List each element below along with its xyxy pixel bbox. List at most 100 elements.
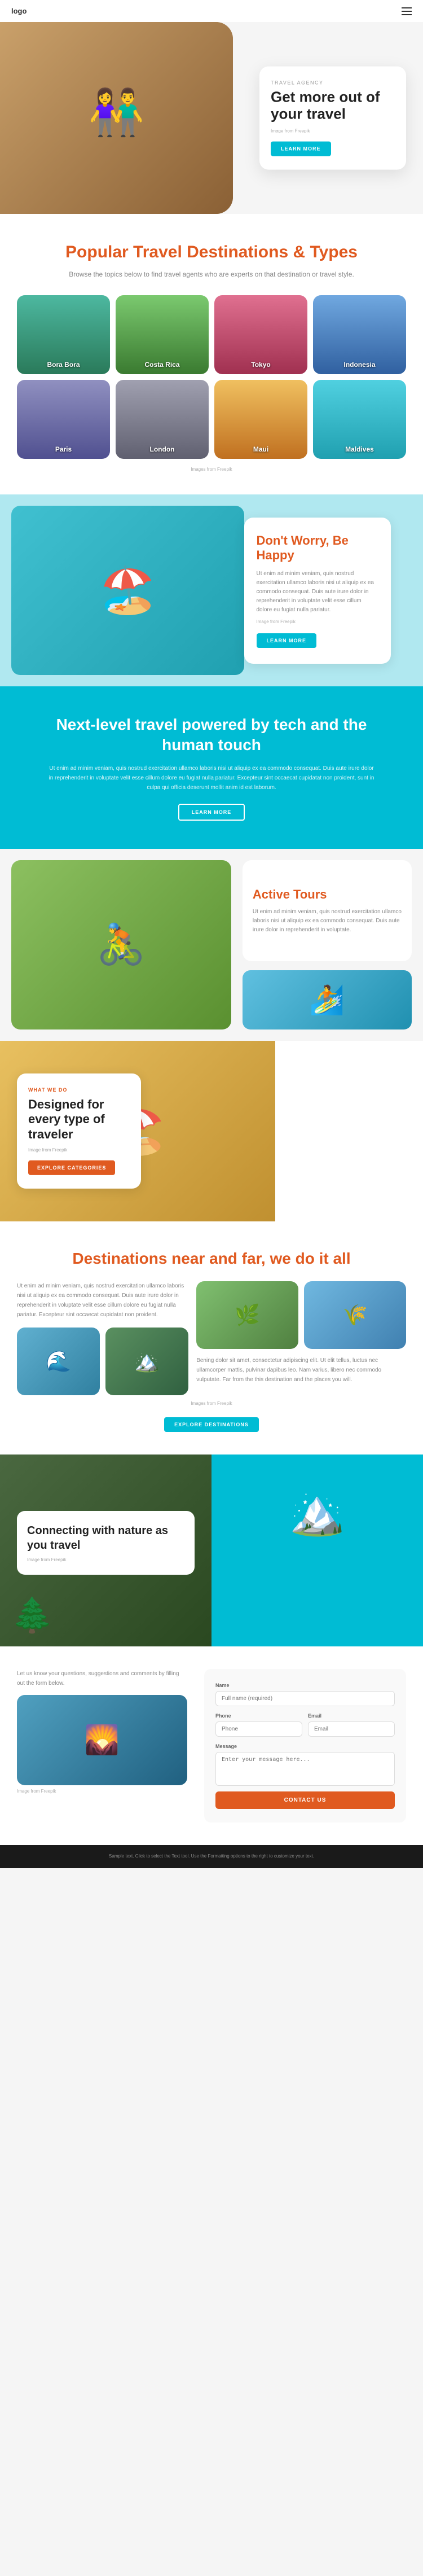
couple-photo [0,22,233,214]
form-group-name: Name [215,1683,395,1706]
designed-tag: WHAT WE DO [28,1087,130,1093]
nearfar-btn-wrap: EXPLORE DESTINATIONS [17,1417,406,1432]
destination-paris[interactable]: Paris [17,380,110,459]
active-tours-info-card: Active Tours Ut enim ad minim veniam, qu… [243,860,412,962]
menu-icon[interactable] [402,7,412,15]
active-tours-text: Ut enim ad minim veniam, quis nostrud ex… [253,908,402,935]
nearfar-img-credit: Images from Freepik [17,1401,406,1406]
destination-maui[interactable]: Maui [214,380,307,459]
designed-explore-button[interactable]: EXPLORE CATEGORIES [28,1160,115,1175]
destination-costa-rica[interactable]: Costa Rica [116,295,209,374]
hero-tag: TRAVEL AGENCY [271,80,395,86]
dest-label-tokyo: Tokyo [214,361,307,369]
nextlevel-title: Next-level travel powered by tech and th… [34,715,389,756]
designed-card: WHAT WE DO Designed for every type of tr… [17,1074,141,1189]
active-tours-right: Active Tours Ut enim ad minim veniam, qu… [243,849,423,1041]
dest-label-indonesia: Indonesia [313,361,406,369]
contact-form: Name Phone Email Message [204,1669,406,1823]
form-group-email: Email [308,1713,395,1737]
nextlevel-text: Ut enim ad minim veniam, quis nostrud ex… [48,764,375,792]
nature-img-credit: Image from Freepik [27,1557,184,1562]
hero-learn-more-button[interactable]: LEARN MORE [271,141,331,156]
nearfar-text-left: Ut enim ad minim veniam, quis nostrud ex… [17,1281,188,1320]
contact-description: Let us know your questions, suggestions … [17,1669,187,1688]
dest-label-london: London [116,445,209,453]
happy-image [11,506,244,675]
nextlevel-section: Next-level travel powered by tech and th… [0,686,423,849]
destinations-section: Popular Travel Destinations & Types Brow… [0,214,423,494]
hero-image [0,22,233,214]
designed-img-credit: Image from Freepik [28,1147,130,1153]
nearfar-title: Destinations near and far, we do it all [17,1250,406,1268]
navigation: logo [0,0,423,22]
form-group-message: Message [215,1743,395,1786]
destination-london[interactable]: London [116,380,209,459]
nearfar-image-ocean [17,1328,100,1395]
dest-label-maldives: Maldives [313,445,406,453]
dest-label-bora-bora: Bora Bora [17,361,110,369]
form-group-phone: Phone [215,1713,302,1737]
happy-learn-more-button[interactable]: LEARN MORE [257,633,317,648]
active-tours-surfer-image [243,970,412,1029]
destination-bora-bora[interactable]: Bora Bora [17,295,110,374]
nearfar-left-col: Ut enim ad minim veniam, quis nostrud ex… [17,1281,188,1395]
footer-text: Sample text. Click to select the Text to… [11,1853,412,1860]
form-row-name-phone: Name [215,1683,395,1706]
contact-left: Let us know your questions, suggestions … [17,1669,187,1823]
destination-maldives[interactable]: Maldives [313,380,406,459]
destinations-subtitle: Browse the topics below to find travel a… [17,269,406,279]
nature-title: Connecting with nature as you travel [27,1523,184,1553]
nature-forest-image: Connecting with nature as you travel Ima… [0,1455,211,1646]
nearfar-image-windmill [304,1281,406,1349]
happy-title: Don't Worry, Be Happy [257,533,378,563]
nearfar-explore-button[interactable]: EXPLORE DESTINATIONS [164,1417,259,1432]
nearfar-image-grid-right [196,1281,406,1349]
nearfar-right-col: Bening dolor sit amet, consectetur adipi… [196,1281,406,1392]
dest-label-costa-rica: Costa Rica [116,361,209,369]
happy-img-credit: Image from Freepik [257,619,378,624]
hero-title: Get more out of your travel [271,89,395,123]
message-textarea[interactable] [215,1752,395,1786]
dest-label-maui: Maui [214,445,307,453]
destinations-img-credit: Images from Freepik [17,467,406,472]
message-label: Message [215,1743,395,1749]
phone-input[interactable] [215,1721,302,1737]
email-label: Email [308,1713,395,1719]
nature-card: Connecting with nature as you travel Ima… [17,1511,195,1575]
nature-mountain-image [211,1455,423,1646]
contact-submit-button[interactable]: CONTACT US [215,1791,395,1809]
email-input[interactable] [308,1721,395,1737]
happy-text: Ut enim ad minim veniam, quis nostrud ex… [257,569,378,615]
destination-indonesia[interactable]: Indonesia [313,295,406,374]
contact-image: 🌄 [17,1695,187,1785]
hero-card: TRAVEL AGENCY Get more out of your trave… [259,67,406,170]
active-tours-cyclist-image [11,860,231,1029]
nearfar-text-right: Bening dolor sit amet, consectetur adipi… [196,1356,406,1385]
destinations-grid: Bora Bora Costa Rica Tokyo Indonesia Par… [17,295,406,459]
destinations-title: Popular Travel Destinations & Types [17,242,406,262]
name-label: Name [215,1683,395,1688]
nearfar-columns: Ut enim ad minim veniam, quis nostrud ex… [17,1281,406,1395]
form-row-contact-details: Phone Email [215,1713,395,1737]
hero-img-credit: Image from Freepik [271,128,395,133]
designed-section: WHAT WE DO Designed for every type of tr… [0,1041,423,1221]
hero-section: TRAVEL AGENCY Get more out of your trave… [0,22,423,214]
nearfar-image-forest [196,1281,298,1349]
nearfar-image-grid-left [17,1328,188,1395]
nature-section: Connecting with nature as you travel Ima… [0,1455,423,1646]
contact-section: Let us know your questions, suggestions … [0,1646,423,1845]
designed-title: Designed for every type of traveler [28,1097,130,1142]
dest-label-paris: Paris [17,445,110,453]
active-tours-title: Active Tours [253,887,402,902]
nextlevel-learn-more-button[interactable]: LEARN MORE [178,804,245,821]
contact-img-credit: Image from Freepik [17,1789,187,1794]
destination-tokyo[interactable]: Tokyo [214,295,307,374]
active-tours-section: Active Tours Ut enim ad minim veniam, qu… [0,849,423,1041]
phone-label: Phone [215,1713,302,1719]
name-input[interactable] [215,1691,395,1706]
happy-card: Don't Worry, Be Happy Ut enim ad minim v… [244,518,391,664]
happy-section: Don't Worry, Be Happy Ut enim ad minim v… [0,494,423,686]
footer: Sample text. Click to select the Text to… [0,1845,423,1868]
contact-inner: Let us know your questions, suggestions … [17,1669,406,1823]
contact-right: Name Phone Email Message [204,1669,406,1823]
